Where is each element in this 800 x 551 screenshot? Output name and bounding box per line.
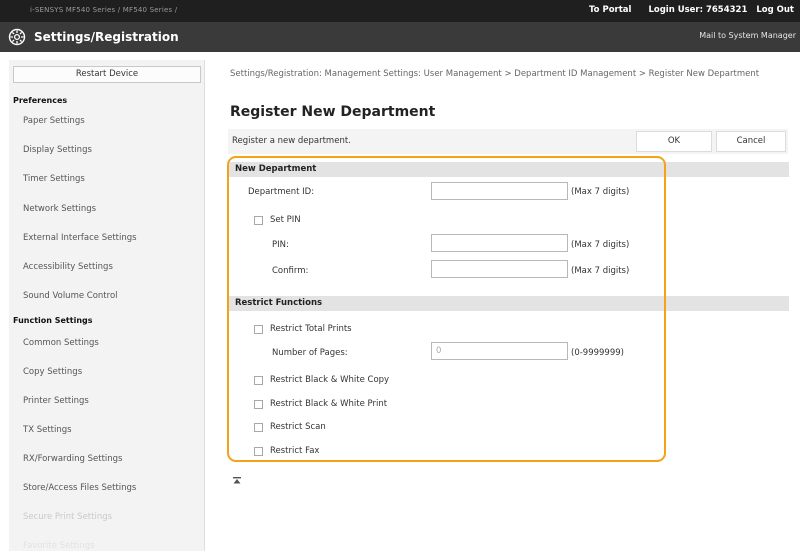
confirm-pin-input[interactable]: [431, 260, 568, 278]
section-heading-new-department: New Department: [229, 162, 789, 177]
sidebar-item-rx-forwarding-settings[interactable]: RX/Forwarding Settings: [23, 454, 123, 464]
back-to-top-icon[interactable]: [232, 476, 242, 489]
restrict-bw-print-label: Restrict Black & White Print: [270, 399, 388, 409]
sidebar-item-secure-print-settings[interactable]: Secure Print Settings: [23, 512, 112, 522]
to-portal-link[interactable]: To Portal: [589, 5, 631, 15]
sidebar: Restart Device Preferences Paper Setting…: [9, 60, 205, 551]
department-id-label: Department ID:: [248, 187, 315, 197]
pin-hint: (Max 7 digits): [571, 240, 630, 250]
top-bar: i-SENSYS MF540 Series / MF540 Series / T…: [0, 0, 800, 22]
sidebar-item-common-settings[interactable]: Common Settings: [23, 338, 99, 348]
sidebar-item-copy-settings[interactable]: Copy Settings: [23, 367, 82, 377]
restrict-fax-checkbox[interactable]: [254, 447, 263, 456]
sidebar-item-display-settings[interactable]: Display Settings: [23, 145, 92, 155]
number-of-pages-input[interactable]: 0: [431, 342, 568, 360]
restart-device-button[interactable]: Restart Device: [13, 66, 201, 83]
pin-label: PIN:: [272, 240, 289, 250]
breadcrumb: Settings/Registration: Management Settin…: [230, 69, 760, 79]
confirm-pin-hint: (Max 7 digits): [571, 266, 630, 276]
page-description: Register a new department.: [232, 136, 351, 146]
sidebar-item-timer-settings[interactable]: Timer Settings: [23, 174, 85, 184]
number-of-pages-hint: (0-9999999): [571, 348, 624, 358]
sidebar-item-paper-settings[interactable]: Paper Settings: [23, 116, 85, 126]
page-title: Register New Department: [230, 104, 436, 120]
set-pin-checkbox[interactable]: [254, 216, 263, 225]
number-of-pages-label: Number of Pages:: [272, 348, 348, 358]
sidebar-item-printer-settings[interactable]: Printer Settings: [23, 396, 89, 406]
department-id-input[interactable]: [431, 182, 568, 200]
restrict-fax-label: Restrict Fax: [270, 446, 320, 456]
sidebar-item-store-access-files-settings[interactable]: Store/Access Files Settings: [23, 483, 136, 493]
set-pin-label: Set PIN: [270, 215, 301, 225]
sidebar-item-tx-settings[interactable]: TX Settings: [23, 425, 72, 435]
sidebar-item-accessibility-settings[interactable]: Accessibility Settings: [23, 262, 113, 272]
cancel-button[interactable]: Cancel: [716, 131, 786, 152]
restrict-bw-copy-checkbox[interactable]: [254, 376, 263, 385]
department-id-hint: (Max 7 digits): [571, 187, 630, 197]
confirm-pin-label: Confirm:: [272, 266, 309, 276]
logout-link[interactable]: Log Out: [756, 5, 794, 15]
section-heading-restrict-functions: Restrict Functions: [229, 296, 789, 311]
sidebar-item-favorite-settings[interactable]: Favorite Settings: [23, 541, 95, 551]
restrict-bw-print-checkbox[interactable]: [254, 400, 263, 409]
ok-button[interactable]: OK: [636, 131, 712, 152]
mail-to-system-manager-link[interactable]: Mail to System Manager: [699, 31, 796, 40]
sidebar-heading-preferences: Preferences: [13, 96, 68, 105]
restrict-total-prints-checkbox[interactable]: [254, 325, 263, 334]
restrict-scan-label: Restrict Scan: [270, 422, 326, 432]
page-header-title: Settings/Registration: [34, 30, 179, 44]
sidebar-item-external-interface-settings[interactable]: External Interface Settings: [23, 233, 137, 243]
sidebar-item-sound-volume-control[interactable]: Sound Volume Control: [23, 291, 118, 301]
top-links: To Portal Login User: 7654321 Log Out: [575, 5, 794, 15]
device-model: i-SENSYS MF540 Series / MF540 Series /: [30, 6, 178, 14]
header-bar: Settings/Registration Mail to System Man…: [0, 22, 800, 52]
login-user: Login User: 7654321: [648, 5, 748, 15]
sidebar-heading-function-settings: Function Settings: [13, 316, 93, 325]
pin-input[interactable]: [431, 234, 568, 252]
restrict-scan-checkbox[interactable]: [254, 423, 263, 432]
sidebar-item-network-settings[interactable]: Network Settings: [23, 204, 96, 214]
restrict-total-prints-label: Restrict Total Prints: [270, 324, 352, 334]
settings-gear-icon: [8, 28, 26, 46]
restrict-bw-copy-label: Restrict Black & White Copy: [270, 375, 390, 385]
